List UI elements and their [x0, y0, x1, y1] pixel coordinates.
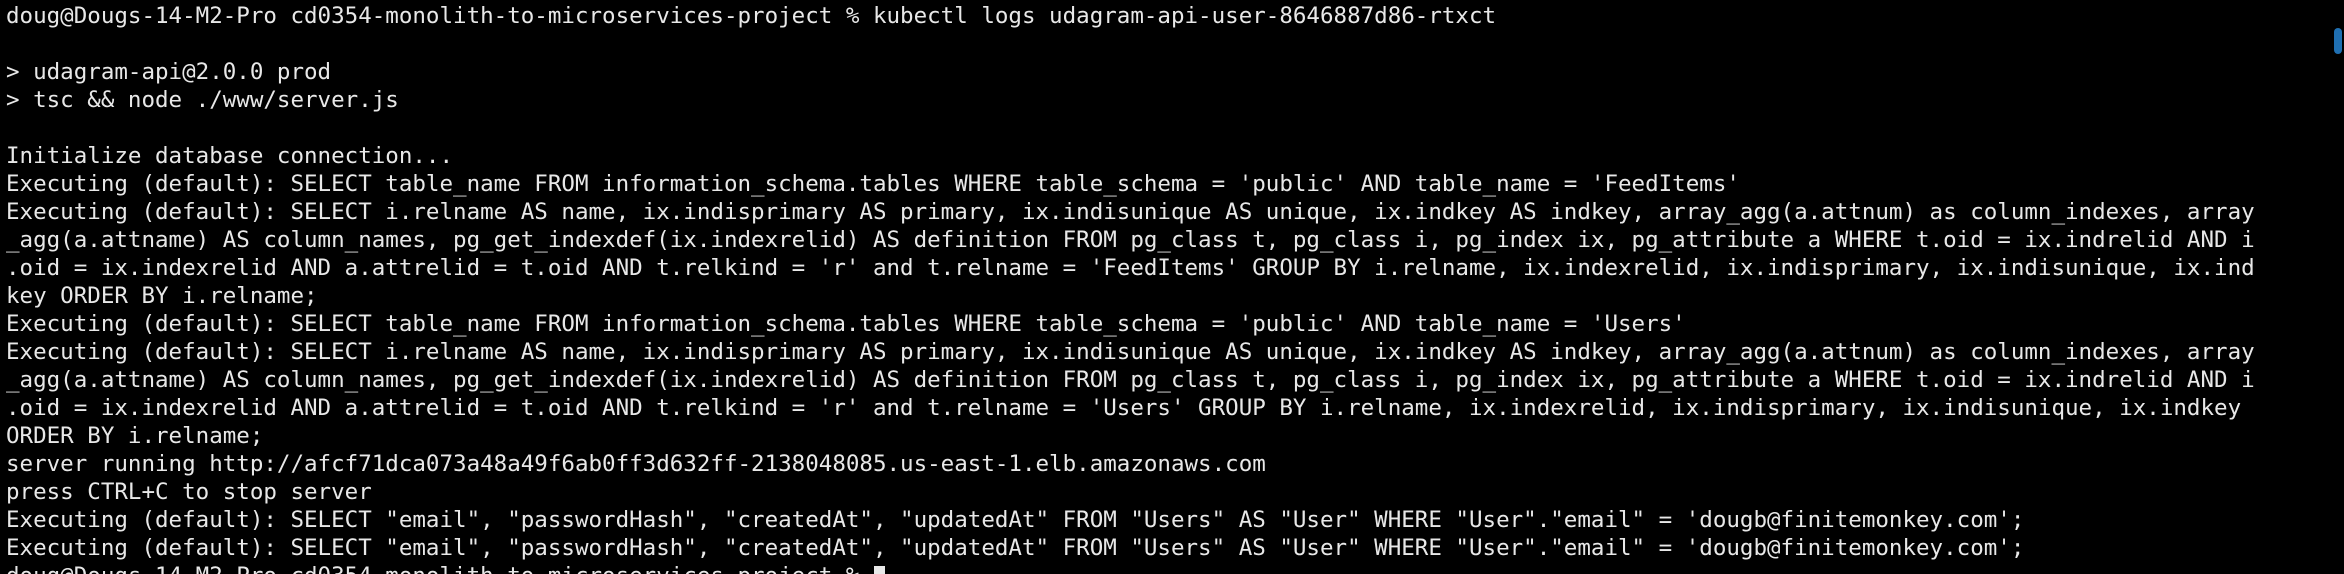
terminal-line-log: Executing (default): SELECT "email", "pa… [6, 535, 2025, 561]
terminal-line-log: Executing (default): SELECT i.relname AS… [6, 339, 2255, 365]
terminal-line-log: ORDER BY i.relname; [6, 423, 264, 449]
terminal-line-npm-command: > tsc && node ./www/server.js [6, 87, 399, 113]
terminal-window[interactable]: doug@Dougs-14-M2-Pro cd0354-monolith-to-… [0, 0, 2344, 574]
terminal-line-log: _agg(a.attname) AS column_names, pg_get_… [6, 227, 2255, 253]
terminal-line-log: Executing (default): SELECT "email", "pa… [6, 507, 2025, 533]
scrollbar[interactable] [2332, 0, 2344, 574]
terminal-line-log: key ORDER BY i.relname; [6, 283, 318, 309]
terminal-line-log: Executing (default): SELECT table_name F… [6, 311, 1686, 337]
terminal-cursor [873, 565, 885, 574]
terminal-line-log: Executing (default): SELECT table_name F… [6, 171, 1740, 197]
terminal-line-log: _agg(a.attname) AS column_names, pg_get_… [6, 367, 2255, 393]
terminal-line-log: press CTRL+C to stop server [6, 479, 372, 505]
terminal-line-command: doug@Dougs-14-M2-Pro cd0354-monolith-to-… [6, 3, 1497, 29]
terminal-line-log: Executing (default): SELECT i.relname AS… [6, 199, 2255, 225]
terminal-line-log: .oid = ix.indexrelid AND a.attrelid = t.… [6, 395, 2242, 421]
terminal-line-log: .oid = ix.indexrelid AND a.attrelid = t.… [6, 255, 2255, 281]
terminal-line-npm-script: > udagram-api@2.0.0 prod [6, 59, 332, 85]
terminal-prompt-line[interactable]: doug@Dougs-14-M2-Pro cd0354-monolith-to-… [6, 562, 2332, 574]
terminal-line-log: Initialize database connection... [6, 143, 454, 169]
terminal-prompt: doug@Dougs-14-M2-Pro cd0354-monolith-to-… [6, 563, 873, 574]
terminal-output: doug@Dougs-14-M2-Pro cd0354-monolith-to-… [6, 2, 2332, 574]
scrollbar-thumb[interactable] [2334, 28, 2342, 54]
terminal-line-server-url: server running http://afcf71dca073a48a49… [6, 451, 1266, 477]
